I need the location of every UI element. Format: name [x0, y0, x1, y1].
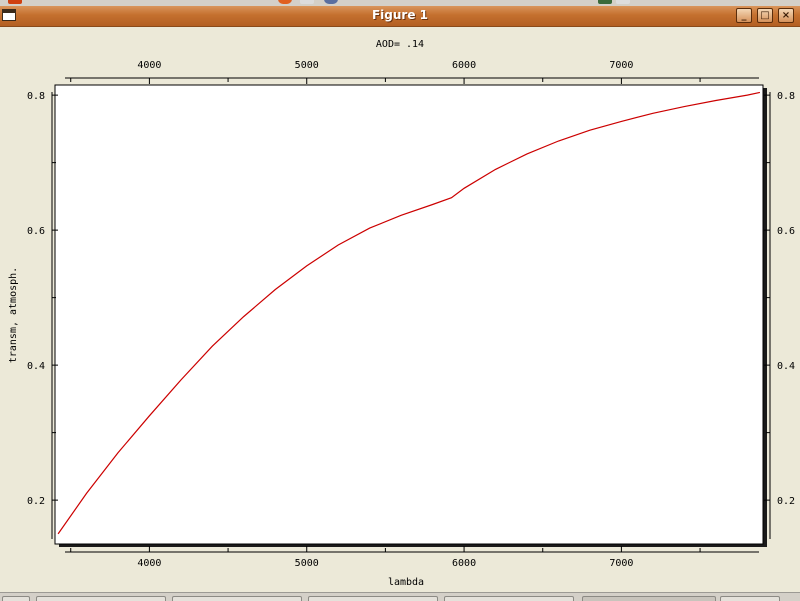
taskbar-button[interactable] [36, 596, 166, 601]
y-tick-label-right: 0.2 [777, 496, 795, 507]
help-icon[interactable] [324, 0, 338, 4]
taskbar-button[interactable] [2, 596, 30, 601]
window-title: Figure 1 [371, 8, 429, 22]
taskbar-button[interactable] [172, 596, 302, 601]
line-chart: 4000 4000 5000 5000 6000 6000 7000 7000 0.2 0.2 0.… [8, 39, 795, 588]
chart-title: AOD= .14 [376, 39, 424, 50]
x-tick-label-top: 4000 [137, 60, 161, 71]
maximize-button[interactable]: □ [757, 8, 773, 23]
browser-icon[interactable] [278, 0, 292, 4]
y-tick-label-right: 0.4 [777, 361, 795, 372]
x-tick-label-bottom: 5000 [295, 558, 319, 569]
y-tick-label-left: 0.4 [27, 361, 45, 372]
window-titlebar[interactable]: Figure 1 _ □ × [0, 6, 800, 27]
app-launcher-icon[interactable] [8, 0, 22, 4]
x-tick-label-top: 5000 [295, 60, 319, 71]
x-tick-label-top: 6000 [452, 60, 476, 71]
minimize-button[interactable]: _ [736, 8, 752, 23]
workspace-switcher[interactable] [720, 596, 780, 601]
terminal-icon[interactable] [598, 0, 612, 4]
y-tick-label-right: 0.6 [777, 226, 795, 237]
x-tick-label-bottom: 6000 [452, 558, 476, 569]
notification-icon[interactable] [616, 0, 630, 4]
plot-area [54, 84, 764, 545]
taskbar-button-active[interactable] [582, 596, 716, 601]
y-tick-label-left: 0.8 [27, 91, 45, 102]
x-tick-label-bottom: 7000 [609, 558, 633, 569]
x-tick-label-top: 7000 [609, 60, 633, 71]
figure-canvas: 4000 4000 5000 5000 6000 6000 7000 7000 0.2 0.2 0.… [0, 27, 800, 592]
y-tick-label-right: 0.8 [777, 91, 795, 102]
y-axis-label: transm, atmosph. [8, 267, 19, 363]
file-manager-icon[interactable] [300, 0, 314, 4]
taskbar-button[interactable] [308, 596, 438, 601]
x-axis-label: lambda [388, 577, 424, 588]
close-button[interactable]: × [778, 8, 794, 23]
y-tick-label-left: 0.6 [27, 226, 45, 237]
y-tick-label-left: 0.2 [27, 496, 45, 507]
taskbar-button[interactable] [444, 596, 574, 601]
x-tick-label-bottom: 4000 [137, 558, 161, 569]
